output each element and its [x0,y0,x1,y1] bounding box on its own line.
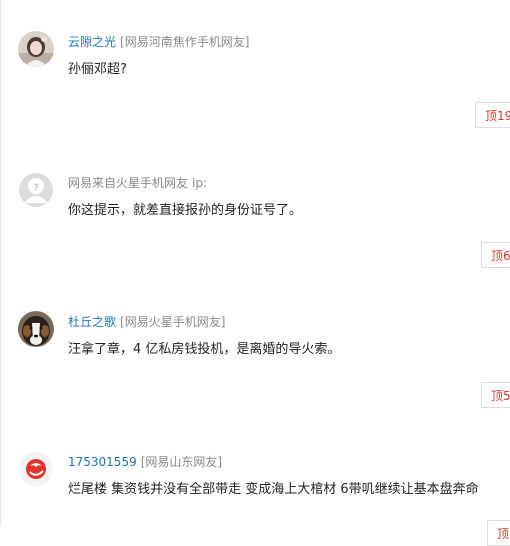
comment-item: 云隙之光 [网易河南焦作手机网友] 孙俪邓超? 顶19 [0,31,510,131]
dog-avatar-icon[interactable] [18,311,54,347]
comment-meta: 云隙之光 [网易河南焦作手机网友] [68,33,249,51]
upvote-button[interactable]: 顶6 [481,242,510,268]
comment-item: 175301559 [网易山东网友] 烂尾楼 集资钱并没有全部带走 变成海上大棺材… [0,451,510,546]
upvote-button[interactable]: 顶 [487,520,510,546]
upvote-button[interactable]: 顶19 [475,102,510,128]
username-link[interactable]: 杜丘之歌 [68,315,116,329]
user-location: [网易火星手机网友] [120,315,226,329]
user-photo-icon[interactable] [18,31,54,67]
ip-label: ip: [192,176,208,190]
netease-logo-icon[interactable] [18,451,54,487]
comment-text: 烂尾楼 集资钱并没有全部带走 变成海上大棺材 6带叽继续让基本盘奔命 [68,482,479,497]
comment-meta: 杜丘之歌 [网易火星手机网友] [68,313,225,331]
comment-text: 汪拿了章，4 亿私房钱投机，是离婚的导火索。 [68,342,341,357]
user-location: 网易来自火星手机网友 [68,176,189,190]
comment-item: 杜丘之歌 [网易火星手机网友] 汪拿了章，4 亿私房钱投机，是离婚的导火索。 顶5 [0,311,510,411]
user-location: [网易山东网友] [140,455,223,469]
anonymous-user-icon: ? [18,172,54,208]
user-location: [网易河南焦作手机网友] [120,35,250,49]
username-link[interactable]: 云隙之光 [68,35,116,49]
comment-meta: 175301559 [网易山东网友] [68,453,222,471]
svg-text:?: ? [33,183,39,194]
upvote-button[interactable]: 顶5 [481,382,510,408]
comment-item: ? 网易来自火星手机网友 ip: 你这提示，就差直接报孙的身份证号了。 顶6 [0,172,510,272]
comment-meta: 网易来自火星手机网友 ip: [68,174,207,192]
username-link[interactable]: 175301559 [68,455,137,469]
comment-text: 孙俪邓超? [68,62,127,77]
comment-text: 你这提示，就差直接报孙的身份证号了。 [68,203,303,218]
